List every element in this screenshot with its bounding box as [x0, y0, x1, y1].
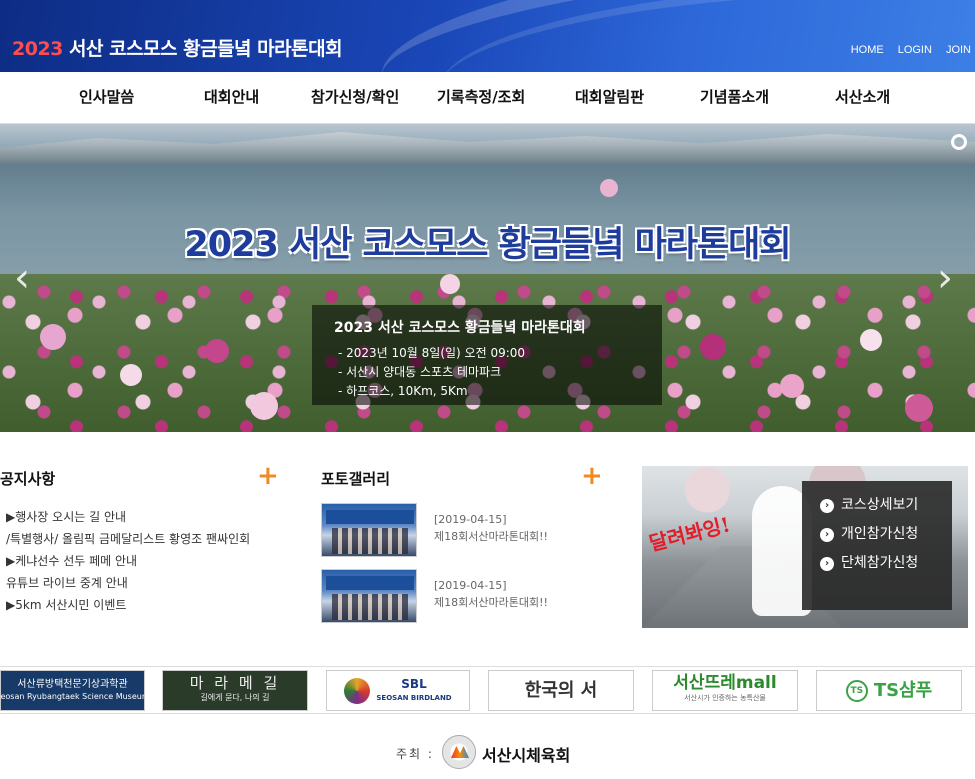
gallery-caption[interactable]: 제18회서산마라톤대회!!	[434, 594, 548, 610]
hero-info-date: - 2023년 10월 8일(일) 오전 09:00	[338, 346, 526, 360]
notice-more-plus-icon[interactable]: +	[257, 463, 279, 489]
course-detail-button[interactable]: › 코스상세보기	[820, 491, 952, 520]
cosmos-flower	[600, 179, 618, 197]
birdland-logo-icon	[344, 677, 371, 704]
slider-next-arrow-icon[interactable]: ›	[937, 256, 961, 300]
list-item[interactable]: 유튜브 라이브 중계 안내	[6, 572, 250, 594]
arrow-circle-icon: ›	[820, 527, 834, 542]
list-item[interactable]: /특별행사/ 올림픽 금메달리스트 황영조 팬싸인회	[6, 528, 250, 550]
quick-menu-label: 단체참가신청	[841, 555, 919, 571]
cosmos-flower	[905, 394, 933, 422]
nav-item-greeting[interactable]: 인사말씀	[79, 86, 134, 107]
gallery-caption[interactable]: 제18회서산마라톤대회!!	[434, 528, 548, 544]
cosmos-flower	[860, 329, 882, 351]
cosmos-flower	[120, 364, 142, 386]
slider-pause-icon[interactable]	[951, 134, 967, 150]
nav-item-bulletin[interactable]: 대회알림판	[575, 86, 644, 107]
group-register-button[interactable]: › 단체참가신청	[820, 549, 952, 578]
sponsor-name: SBL	[401, 676, 427, 691]
sponsor-seosan-birdland[interactable]: SBL SEOSAN BIRDLAND	[326, 670, 470, 711]
sponsor-name: 서산뜨레mall	[673, 673, 777, 693]
gallery-thumbnail[interactable]	[321, 569, 417, 623]
join-link[interactable]: JOIN	[946, 44, 971, 56]
login-link[interactable]: LOGIN	[898, 44, 932, 56]
gallery-date: [2019-04-15]	[434, 513, 507, 526]
nav-item-souvenir[interactable]: 기념품소개	[700, 86, 769, 107]
hero-info-box: 2023 서산 코스모스 황금들녘 마라톤대회 - 2023년 10월 8일(일…	[312, 305, 662, 405]
nav-item-records[interactable]: 기록측정/조회	[437, 86, 525, 107]
sponsor-sub: SEOSAN BIRDLAND	[376, 693, 452, 702]
notice-list: ▶행사장 오시는 길 안내 /특별행사/ 올림픽 금메달리스트 황영조 팬싸인회…	[6, 506, 250, 616]
cosmos-flower	[700, 334, 726, 360]
cosmos-flower	[250, 392, 278, 420]
cosmos-flower	[205, 339, 229, 363]
sponsor-korea-seo[interactable]: 한국의 서	[488, 670, 634, 711]
utility-links: HOME LOGIN JOIN	[851, 44, 971, 56]
nav-item-event-info[interactable]: 대회안내	[204, 86, 259, 107]
site-title[interactable]: 2023 서산 코스모스 황금들녘 마라톤대회	[12, 34, 343, 61]
ts-logo-icon: TS	[845, 679, 868, 702]
cosmos-flower	[780, 374, 804, 398]
sponsor-maramegil[interactable]: 마 라 메 길 길에게 묻다, 나의 길	[162, 670, 308, 711]
gallery-more-plus-icon[interactable]: +	[581, 463, 603, 489]
main-nav: 인사말씀 대회안내 참가신청/확인 기록측정/조회 대회알림판 기념품소개 서산…	[0, 72, 975, 124]
gallery-date: [2019-04-15]	[434, 579, 507, 592]
quick-menu-label: 개인참가신청	[841, 526, 919, 542]
hero-hills-image	[0, 132, 975, 164]
gallery-item[interactable]: [2019-04-15] 제18회서산마라톤대회!!	[321, 503, 581, 559]
sponsor-label: SBL SEOSAN BIRDLAND	[376, 678, 451, 704]
sponsor-name: TS샴푸	[873, 679, 933, 701]
sponsor-name: 마 라 메 길	[189, 674, 281, 692]
slider-prev-arrow-icon[interactable]: ‹	[14, 256, 38, 300]
sponsor-sub: 길에게 묻다, 나의 길	[200, 693, 270, 702]
cosmos-flower	[40, 324, 66, 350]
sponsor-name: 한국의 서	[524, 679, 598, 701]
nav-item-seosan-intro[interactable]: 서산소개	[835, 86, 890, 107]
list-item[interactable]: ▶행사장 오시는 길 안내	[6, 506, 250, 528]
hero-info-title: 2023 서산 코스모스 황금들녘 마라톤대회	[334, 320, 586, 336]
gallery-item[interactable]: [2019-04-15] 제18회서산마라톤대회!!	[321, 569, 581, 625]
sponsor-strip: 서산류방택천문기상과학관 Seosan Ryubangtaek Science M…	[0, 666, 975, 714]
hero-title: 2023 서산 코스모스 황금들녘 마라톤대회	[184, 225, 791, 265]
cosmos-flower	[440, 274, 460, 294]
arrow-circle-icon: ›	[820, 498, 834, 513]
sponsor-label: 서산류방택천문기상과학관 Seosan Ryubangtaek Science M…	[0, 678, 145, 703]
site-footer: 주최 : 서산시체육회	[0, 716, 975, 779]
arrow-circle-icon: ›	[820, 556, 834, 571]
hero-info-courses: - 하프코스, 10Km, 5Km	[338, 384, 468, 398]
list-item[interactable]: ▶5km 서산시민 이벤트	[6, 594, 250, 616]
sports-council-logo-icon	[442, 735, 476, 769]
promo-banner: 달려봐잉! › 코스상세보기 › 개인참가신청 › 단체참가신청	[642, 466, 968, 628]
site-header: 2023 서산 코스모스 황금들녘 마라톤대회 HOME LOGIN JOIN	[0, 0, 975, 72]
quick-menu: › 코스상세보기 › 개인참가신청 › 단체참가신청	[802, 481, 952, 610]
gallery-thumbnail[interactable]	[321, 503, 417, 557]
list-item[interactable]: ▶케냐선수 선두 페메 안내	[6, 550, 250, 572]
host-label: 주최 :	[396, 747, 434, 761]
sponsor-ts-shampoo[interactable]: TS TS샴푸	[816, 670, 962, 711]
sponsor-seosan-ttre-mall[interactable]: 서산뜨레mall 서산시가 인증하는 농특산물	[652, 670, 798, 711]
sponsor-label: 마 라 메 길 길에게 묻다, 나의 길	[189, 674, 281, 704]
individual-register-button[interactable]: › 개인참가신청	[820, 520, 952, 549]
hero-info-venue: - 서산시 양대동 스포츠 테마파크	[338, 365, 502, 379]
site-title-year: 2023	[12, 38, 63, 60]
sponsor-name: 서산류방택천문기상과학관	[17, 678, 128, 690]
content-section: 공지사항 + ▶행사장 오시는 길 안내 /특별행사/ 올림픽 금메달리스트 황…	[0, 432, 975, 666]
sponsor-label: 서산뜨레mall 서산시가 인증하는 농특산물	[673, 675, 776, 704]
sponsor-science-museum[interactable]: 서산류방택천문기상과학관 Seosan Ryubangtaek Science M…	[0, 670, 145, 711]
quick-menu-label: 코스상세보기	[841, 497, 919, 513]
site-title-text: 서산 코스모스 황금들녘 마라톤대회	[62, 38, 343, 60]
home-link[interactable]: HOME	[851, 44, 884, 56]
sponsor-sub: 서산시가 인증하는 농특산물	[684, 694, 766, 702]
host-name: 서산시체육회	[482, 746, 571, 765]
nav-item-registration[interactable]: 참가신청/확인	[311, 86, 399, 107]
sponsor-sub: Seosan Ryubangtaek Science Museum	[0, 691, 145, 701]
gallery-title: 포토갤러리	[321, 470, 391, 488]
hero-banner: 2023 서산 코스모스 황금들녘 마라톤대회 2023 서산 코스모스 황금들…	[0, 124, 975, 432]
notice-title: 공지사항	[0, 470, 56, 488]
